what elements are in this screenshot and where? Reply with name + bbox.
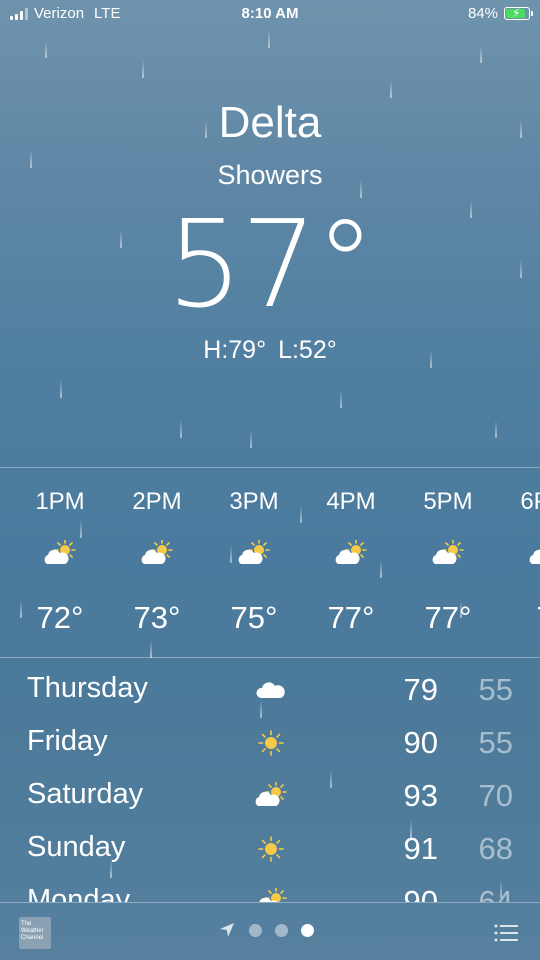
battery-percent: 84% <box>467 5 498 22</box>
day-high: 90 <box>403 725 438 760</box>
partly-sunny-icon <box>335 540 367 564</box>
battery-icon: ⚡ <box>504 6 533 20</box>
page-dot-active[interactable] <box>301 923 314 937</box>
bottom-toolbar: The Weather Channel <box>0 902 540 960</box>
rain-drop <box>340 390 342 408</box>
page-indicator[interactable] <box>218 921 314 939</box>
rain-drop <box>495 420 497 438</box>
sun-icon <box>258 730 284 756</box>
partly-sunny-icon <box>255 782 287 806</box>
partly-sunny-icon <box>44 540 76 564</box>
partly-sunny-icon <box>432 540 464 564</box>
page-dot[interactable] <box>249 923 262 937</box>
rain-drop <box>180 420 182 438</box>
clock: 8:10 AM <box>241 5 299 22</box>
day-name: Friday <box>27 725 108 757</box>
hour-time: 4PM <box>326 488 376 515</box>
hour-temp: 73° <box>133 600 181 635</box>
daily-forecast[interactable]: Thursday 79 55 Friday 90 55 Saturday 93 … <box>0 664 540 902</box>
day-low: 70 <box>478 778 513 813</box>
list-icon[interactable] <box>494 923 518 943</box>
day-low: 64 <box>478 884 513 902</box>
daily-row: Monday 90 64 <box>0 876 540 902</box>
hour-temp: 72° <box>36 600 84 635</box>
hour-time: 5PM <box>423 488 473 515</box>
day-low: 55 <box>478 672 513 707</box>
day-high: 93 <box>403 778 438 813</box>
hour-temp: 75° <box>230 600 278 635</box>
sun-icon <box>258 836 284 862</box>
rain-drop <box>45 40 47 58</box>
daily-row: Friday 90 55 <box>0 717 540 770</box>
day-low: 68 <box>478 831 513 866</box>
hour-temp: 77° <box>424 600 472 635</box>
low-temp: L:52° <box>278 336 337 364</box>
rain-drop <box>268 30 270 48</box>
partly-sunny-icon <box>141 540 173 564</box>
hour-time: 3PM <box>229 488 279 515</box>
rain-drop <box>390 80 392 98</box>
hour-temp: 7 <box>500 600 540 636</box>
day-name: Monday <box>27 884 131 902</box>
hour-time: 6PM <box>520 488 540 515</box>
hour-time: 1PM <box>35 488 85 515</box>
daily-row: Saturday 93 70 <box>0 770 540 823</box>
day-high: 79 <box>403 672 438 707</box>
weather-channel-logo[interactable]: The Weather Channel <box>19 917 51 949</box>
location-arrow-icon[interactable] <box>218 921 236 939</box>
current-temperature: 57° <box>166 196 376 335</box>
high-low: H:79° L:52° <box>0 336 540 365</box>
status-right: 84% ⚡ <box>467 5 533 22</box>
rain-drop <box>250 430 252 448</box>
status-bar: Verizon LTE 8:10 AM 84% ⚡ <box>0 0 540 28</box>
day-low: 55 <box>478 725 513 760</box>
day-high: 91 <box>403 831 438 866</box>
day-name: Sunday <box>27 831 126 863</box>
day-name: Saturday <box>27 778 144 810</box>
daily-row: Thursday 79 55 <box>0 664 540 717</box>
cloud-icon <box>256 682 285 698</box>
divider-middle <box>0 657 540 658</box>
rain-drop <box>60 380 62 398</box>
rain-drop <box>480 45 482 63</box>
hour-temp: 77° <box>327 600 375 635</box>
current-condition: Showers <box>217 160 323 190</box>
day-name: Thursday <box>27 672 148 704</box>
city-name: Delta <box>218 98 322 147</box>
daily-row: Sunday 91 68 <box>0 823 540 876</box>
hour-time: 2PM <box>132 488 182 515</box>
partly-sunny-icon <box>259 888 287 902</box>
partly-sunny-icon <box>529 549 540 564</box>
hourly-forecast[interactable]: 1PM 72° 2PM 73° 3PM 75° 4PM 77° 5PM 77° … <box>0 468 540 658</box>
high-temp: H:79° <box>203 336 267 364</box>
day-high: 90 <box>403 884 438 902</box>
partly-sunny-icon <box>238 540 270 564</box>
page-dot[interactable] <box>275 923 288 937</box>
rain-drop <box>142 60 144 78</box>
